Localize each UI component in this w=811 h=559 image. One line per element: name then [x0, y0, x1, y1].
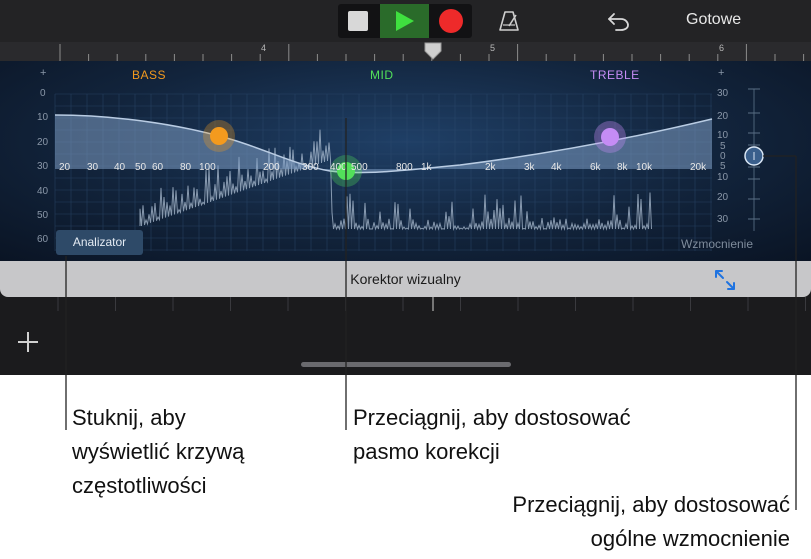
frequency-label: 4k	[551, 162, 562, 173]
frequency-label: 8k	[617, 162, 628, 173]
gain-scale-label: 30	[717, 214, 729, 225]
ruler-ticks	[59, 44, 805, 61]
playhead-handle[interactable]	[424, 42, 442, 60]
analyzer-button[interactable]: Analizator	[56, 230, 143, 255]
done-button[interactable]: Gotowe	[686, 11, 741, 29]
frequency-label: 200	[263, 162, 280, 173]
db-scale-label: 50	[37, 210, 49, 221]
frequency-label: 1k	[421, 162, 432, 173]
bass-band-handle[interactable]	[210, 127, 228, 145]
frequency-label: 20	[59, 162, 71, 173]
gain-scale-label: 10	[717, 172, 729, 183]
gain-label: Wzmocnienie	[681, 237, 754, 251]
ruler-mark: 4	[261, 43, 267, 53]
undo-icon[interactable]	[606, 9, 632, 33]
treble-band-handle[interactable]	[601, 128, 619, 146]
metronome-icon[interactable]	[497, 9, 521, 33]
db-scale-label: 20	[37, 137, 49, 148]
frequency-label: 30	[87, 162, 99, 173]
toolbar: Gotowe	[0, 0, 811, 42]
expand-icon[interactable]	[713, 268, 737, 292]
db-scale-label: 40	[37, 186, 49, 197]
play-icon	[396, 11, 414, 31]
treble-label: TREBLE	[590, 68, 640, 82]
frequency-label: 2k	[485, 162, 496, 173]
frequency-label: 80	[180, 162, 192, 173]
ruler-mark: 6	[719, 43, 725, 53]
frequency-label: 3k	[524, 162, 535, 173]
record-button[interactable]	[430, 4, 472, 38]
gain-scale-label: 20	[717, 111, 729, 122]
frequency-label: 500	[351, 162, 368, 173]
db-scale-label: 0	[40, 88, 46, 99]
increase-icon: +	[718, 67, 725, 79]
frequency-label: 60	[152, 162, 164, 173]
add-track-icon[interactable]	[16, 330, 40, 354]
stop-button[interactable]	[338, 4, 378, 38]
callout-band: Przeciągnij, aby dostosować pasmo korekc…	[353, 405, 631, 464]
gain-scale-label: 10	[717, 130, 729, 141]
record-icon	[439, 9, 463, 33]
db-scale-label: 60	[37, 234, 49, 245]
callout-analyzer: Stuknij, aby wyświetlić krzywą częstotli…	[72, 405, 245, 498]
play-button[interactable]	[380, 4, 429, 38]
db-scale-label: 30	[37, 161, 49, 172]
gain-scale-label: 5	[720, 161, 726, 172]
gain-scale-label: 20	[717, 192, 729, 203]
frequency-label: 50	[135, 162, 147, 173]
increase-icon: +	[40, 67, 47, 79]
callout-gain: Przeciągnij, aby dostosować ogólne wzmoc…	[512, 492, 790, 551]
transport-controls	[338, 4, 472, 38]
ruler-mark: 5	[490, 43, 496, 53]
stop-icon	[348, 11, 368, 31]
visual-eq-panel: + + BASS MID TREBLE 0 10 20 30 40 50 60 …	[0, 61, 811, 261]
eq-title-bar: Korektor wizualny	[0, 261, 811, 297]
frequency-label: 300	[302, 162, 319, 173]
frequency-label: 10k	[636, 162, 653, 173]
gain-scale-label: 30	[717, 88, 729, 99]
bass-label: BASS	[132, 68, 167, 82]
frequency-label: 100	[199, 162, 216, 173]
eq-title: Korektor wizualny	[350, 271, 461, 287]
timeline-ruler[interactable]: 4 5 6	[0, 42, 811, 61]
frequency-label: 800	[396, 162, 413, 173]
home-indicator[interactable]	[301, 362, 511, 367]
frequency-label: 20k	[690, 162, 707, 173]
frequency-label: 400	[330, 162, 347, 173]
mid-label: MID	[370, 68, 394, 82]
app-window: Gotowe 4 5 6 + + BASS MID TREBLE 0 10 20…	[0, 0, 811, 375]
db-scale-label: 10	[37, 112, 49, 123]
frequency-label: 6k	[590, 162, 601, 173]
frequency-label: 40	[114, 162, 126, 173]
